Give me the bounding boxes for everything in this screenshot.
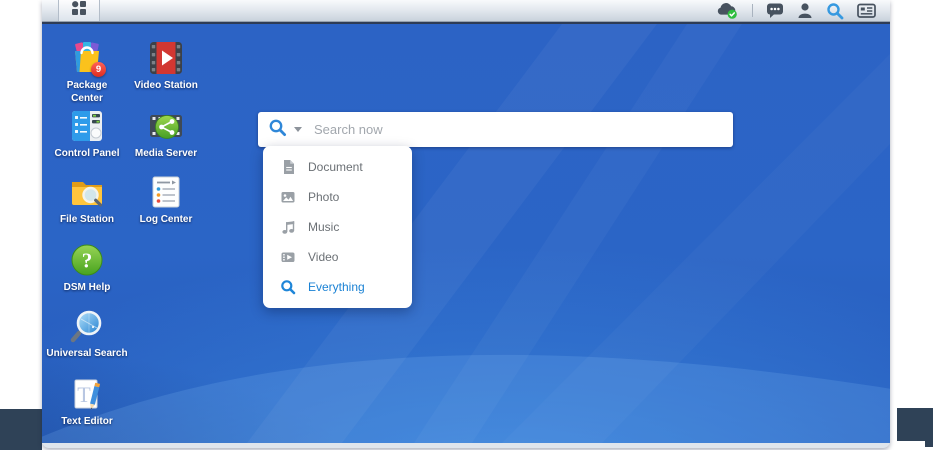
- taskbar-tray: [717, 0, 876, 21]
- desktop-area: 9 Package Center: [42, 24, 890, 443]
- menu-item-photo[interactable]: Photo: [263, 182, 412, 212]
- desktop-icon-text-editor[interactable]: T Text Editor: [49, 376, 125, 429]
- background-navy-left: [0, 409, 42, 450]
- desktop-icon-label: Media Server: [96, 148, 236, 161]
- package-center-badge: 9: [91, 62, 106, 77]
- desktop-icon-dsm-help[interactable]: ? DSM Help: [49, 242, 125, 295]
- background-navy-right-notch: [925, 438, 933, 447]
- media-server-icon: [148, 108, 184, 144]
- dsm-help-icon: ?: [69, 242, 105, 278]
- menu-item-video[interactable]: Video: [263, 242, 412, 272]
- document-icon: [279, 159, 297, 175]
- top-taskbar: [42, 0, 890, 22]
- menu-item-everything[interactable]: Everything: [263, 272, 412, 302]
- video-icon: [279, 249, 297, 265]
- search-scope-menu: Document Photo: [263, 146, 412, 308]
- desktop-icon-package-center[interactable]: 9 Package Center: [49, 40, 125, 105]
- menu-item-label: Photo: [308, 190, 339, 204]
- menu-item-music[interactable]: Music: [263, 212, 412, 242]
- widgets-panel-icon[interactable]: [857, 2, 876, 19]
- desktop-icon-label: Text Editor: [42, 416, 157, 429]
- desktop-icon-log-center[interactable]: Log Center: [128, 174, 204, 227]
- notifications-chat-icon[interactable]: [766, 2, 784, 19]
- everything-search-icon: [279, 279, 297, 295]
- menu-item-label: Music: [308, 220, 339, 234]
- background-navy-right: [897, 408, 933, 441]
- photo-icon: [279, 189, 297, 205]
- search-input[interactable]: [314, 122, 723, 137]
- svg-text:T: T: [77, 382, 91, 407]
- desktop-icon-label: Video Station: [96, 80, 236, 93]
- menu-item-label: Document: [308, 160, 363, 174]
- main-menu-grid-icon: [72, 1, 86, 20]
- desktop-icon-video-station[interactable]: Video Station: [128, 40, 204, 93]
- cloud-sync-status-icon[interactable]: [717, 2, 739, 20]
- desktop-icon-label: Universal Search: [42, 348, 157, 361]
- universal-search-icon: [69, 308, 105, 344]
- desktop-icon-universal-search[interactable]: Universal Search: [49, 308, 125, 361]
- music-icon: [279, 219, 297, 235]
- main-menu-button[interactable]: [58, 0, 100, 21]
- desktop-icon-label: Log Center: [96, 214, 236, 227]
- search-scope-caret[interactable]: [294, 127, 302, 132]
- desktop-icon-media-server[interactable]: Media Server: [128, 108, 204, 161]
- control-panel-icon: [69, 108, 105, 144]
- search-magnifier-icon: [268, 118, 287, 142]
- dsm-desktop-window: 9 Package Center: [42, 0, 890, 448]
- search-icon[interactable]: [826, 2, 844, 20]
- file-station-icon: [69, 174, 105, 210]
- tray-separator: [752, 4, 753, 17]
- svg-text:?: ?: [82, 249, 93, 273]
- menu-item-document[interactable]: Document: [263, 152, 412, 182]
- menu-item-label: Video: [308, 250, 338, 264]
- user-options-icon[interactable]: [797, 2, 813, 19]
- search-bar[interactable]: [258, 112, 733, 147]
- video-station-icon: [148, 40, 184, 76]
- desktop-icon-label: DSM Help: [42, 282, 157, 295]
- text-editor-icon: T: [69, 376, 105, 412]
- menu-item-label: Everything: [308, 280, 365, 294]
- log-center-icon: [148, 174, 184, 210]
